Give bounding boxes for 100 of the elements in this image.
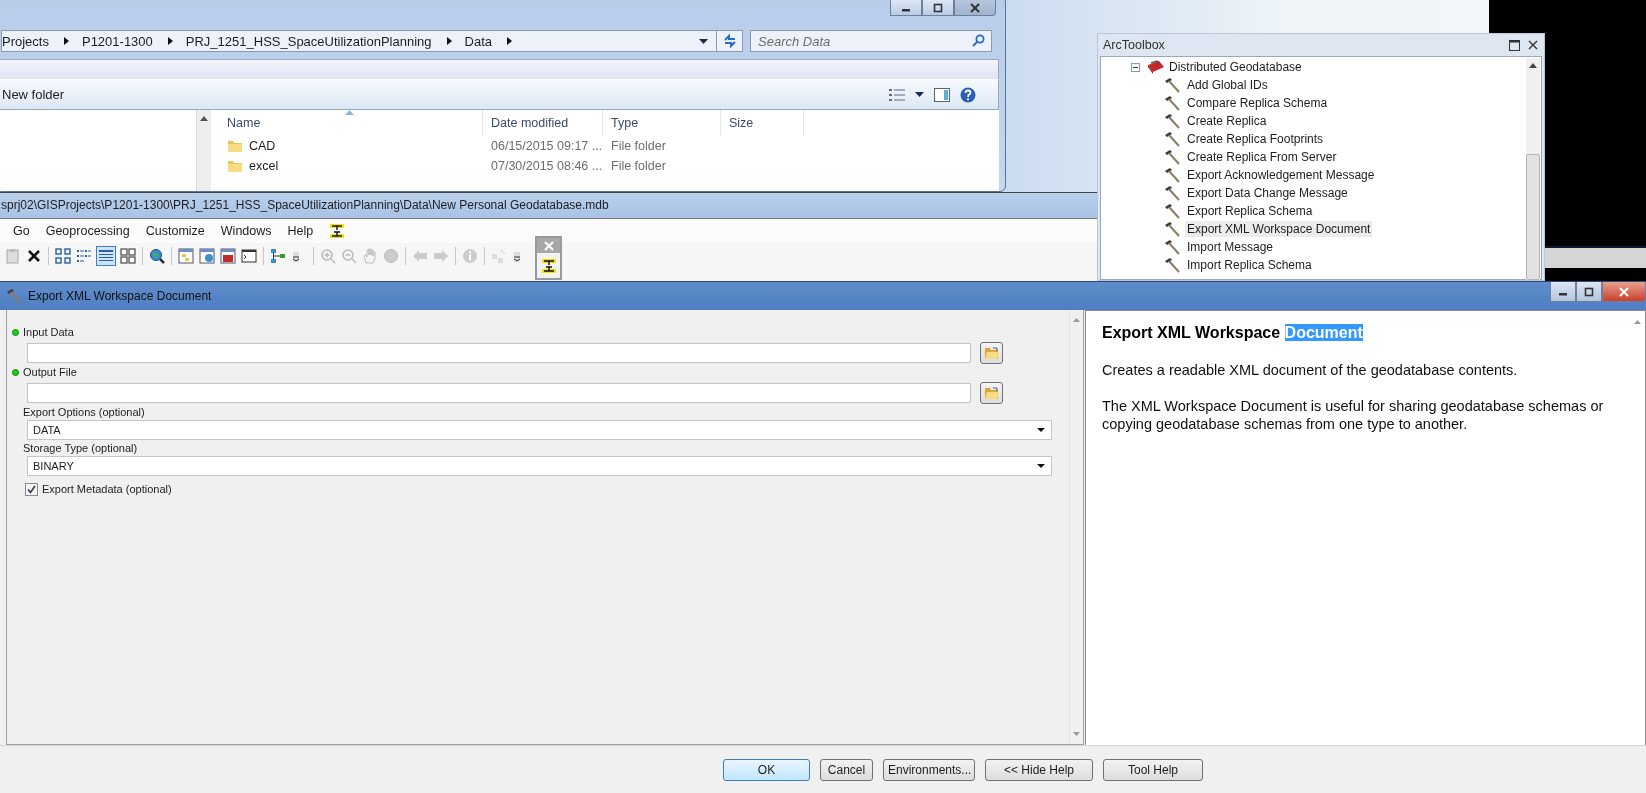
tree-item[interactable]: Add Global IDs	[1185, 77, 1270, 93]
maximize-button[interactable]	[1576, 282, 1602, 302]
dialog-button[interactable]: Environments...	[883, 759, 975, 781]
menu-item[interactable]: Go	[13, 224, 30, 238]
tree-item[interactable]: Import Message	[1185, 239, 1276, 255]
minimize-button[interactable]	[890, 0, 922, 16]
tree-item[interactable]: Distributed Geodatabase	[1169, 60, 1302, 74]
scroll-down-icon[interactable]	[1073, 732, 1080, 736]
scroll-up-icon[interactable]	[1529, 63, 1537, 68]
maximize-icon[interactable]	[1584, 286, 1594, 297]
input-field[interactable]	[27, 383, 971, 403]
globe-search-icon[interactable]	[148, 247, 166, 265]
list-view-icon[interactable]	[75, 247, 93, 265]
dialog-button[interactable]: OK	[723, 759, 810, 781]
column-header[interactable]: Size	[721, 110, 804, 136]
new-folder-button[interactable]: New folder	[0, 87, 68, 102]
dropdown[interactable]: DATA	[27, 420, 1052, 440]
hammer-icon	[1164, 131, 1180, 147]
field-label: Export Options (optional)	[23, 406, 145, 418]
chevron-icon[interactable]	[445, 37, 452, 45]
dialog-button[interactable]: << Hide Help	[985, 759, 1093, 781]
window-title: Export XML Workspace Document	[28, 288, 212, 305]
menu-item[interactable]: Windows	[220, 224, 272, 238]
hammer-icon	[1164, 185, 1180, 201]
tree-item[interactable]: Compare Replica Schema	[1185, 95, 1330, 111]
menu-item[interactable]: Help	[287, 224, 314, 238]
hammer-icon	[1164, 77, 1180, 93]
tree-item[interactable]: Create Replica From Server	[1185, 149, 1339, 165]
scrollbar[interactable]	[1526, 58, 1540, 280]
dropdown-caret-icon[interactable]	[699, 38, 708, 44]
chevron-icon[interactable]	[166, 37, 173, 45]
table-cell-text: File folder	[610, 139, 667, 153]
toolbox-icon[interactable]	[219, 247, 237, 265]
file-name[interactable]: excel	[249, 159, 279, 173]
tree-item[interactable]: Export Replica Schema	[1185, 203, 1315, 219]
model-builder-icon[interactable]	[329, 223, 346, 239]
column-header[interactable]: Date modified	[483, 110, 603, 136]
hammer-icon	[1164, 239, 1180, 255]
tree-item[interactable]: Create Replica Footprints	[1185, 131, 1326, 147]
column-header[interactable]: Type	[603, 110, 721, 136]
model-builder-icon[interactable]	[540, 258, 557, 274]
file-name[interactable]: CAD	[249, 139, 276, 153]
breadcrumb-item[interactable]: Data	[464, 33, 493, 49]
preview-pane-icon[interactable]	[934, 87, 950, 102]
maximize-icon[interactable]	[933, 2, 943, 13]
scrollbar[interactable]	[1069, 310, 1083, 744]
refresh-button[interactable]	[717, 30, 743, 52]
dialog-button[interactable]: Cancel	[820, 759, 873, 781]
dropdown-caret-icon[interactable]	[1037, 464, 1045, 468]
clipboard-icon[interactable]	[4, 247, 22, 265]
input-field[interactable]	[27, 343, 971, 363]
dropdown-caret-icon[interactable]	[915, 92, 924, 97]
scroll-up-icon[interactable]	[200, 116, 208, 121]
tree-item[interactable]: Export XML Workspace Document	[1185, 221, 1373, 237]
tree-item[interactable]: Export Acknowledgement Message	[1185, 167, 1377, 183]
diagram-icon[interactable]	[269, 247, 287, 265]
address-bar[interactable]: Projects P1201-1300 PRJ_1251_HSS_SpaceUtilizationPlanning Data	[1, 30, 717, 52]
dialog-button[interactable]: Tool Help	[1103, 759, 1203, 781]
folder-icon	[227, 158, 243, 174]
hammer-icon	[1164, 257, 1180, 273]
breadcrumb-item[interactable]: Projects	[2, 33, 50, 49]
table-cell-text: 06/15/2015 09:17 ...	[490, 139, 603, 153]
minimize-button[interactable]	[1550, 282, 1576, 302]
field-label: Storage Type (optional)	[23, 442, 138, 454]
menu-item[interactable]: Geoprocessing	[45, 224, 130, 238]
panel-title: ArcToolbox	[1103, 38, 1165, 52]
search-field[interactable]: Search Data	[750, 30, 992, 52]
tree-window-icon[interactable]	[177, 247, 195, 265]
scrollbar[interactable]	[196, 110, 211, 191]
details-view-icon[interactable]	[96, 246, 116, 266]
dropdown[interactable]: BINARY	[27, 456, 1052, 476]
maximize-icon[interactable]	[1509, 39, 1520, 51]
help-icon[interactable]	[960, 86, 976, 103]
hammer-icon	[6, 288, 22, 304]
dropdown-caret-icon[interactable]	[1037, 428, 1045, 432]
tree-item[interactable]: Export Data Change Message	[1185, 185, 1350, 201]
scroll-thumb[interactable]	[1526, 154, 1540, 280]
refresh-icon[interactable]	[722, 34, 737, 48]
breadcrumb-item[interactable]: P1201-1300	[81, 33, 154, 49]
chevron-icon[interactable]	[506, 37, 512, 45]
collapse-icon[interactable]	[1131, 62, 1140, 72]
column-header[interactable]: Name	[219, 110, 483, 136]
help-title: Export XML Workspace Document	[1102, 323, 1364, 343]
breadcrumb-item[interactable]: PRJ_1251_HSS_SpaceUtilizationPlanning	[185, 33, 433, 49]
tree-item[interactable]: Create Replica	[1185, 113, 1269, 129]
map-window-icon[interactable]	[198, 247, 216, 265]
maximize-button[interactable]	[922, 0, 954, 16]
window-title: sprj02\GISProjects\P1201-1300\PRJ_1251_HSS_SpaceUtilizationPlanning\Data\New Personal Geodatabase.mdb	[0, 193, 1097, 218]
close-button[interactable]	[1602, 282, 1646, 302]
thumbnails-view-icon[interactable]	[119, 247, 137, 265]
menu-item[interactable]: Customize	[145, 224, 205, 238]
details-view-icon[interactable]	[889, 87, 905, 102]
large-icons-view-icon[interactable]	[54, 247, 72, 265]
close-icon[interactable]	[1528, 40, 1538, 50]
command-window-icon[interactable]	[240, 247, 258, 265]
close-icon[interactable]	[970, 2, 980, 13]
chevron-icon[interactable]	[62, 37, 69, 45]
search-icon[interactable]	[972, 34, 985, 47]
tree-item[interactable]: Import Replica Schema	[1185, 257, 1314, 273]
close-button[interactable]	[954, 0, 996, 16]
